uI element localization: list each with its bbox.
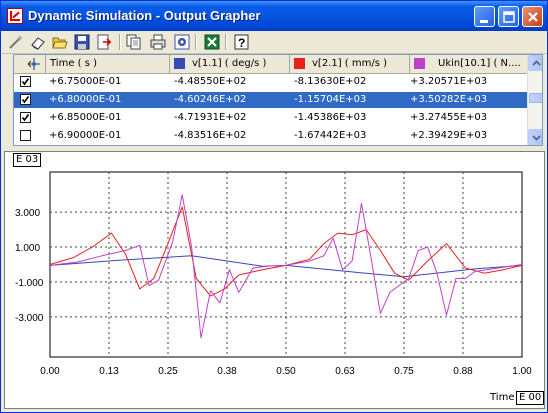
x-tick-label: 0.00 [40, 366, 60, 377]
x-tick-label: 0.38 [217, 366, 237, 377]
open-folder-icon[interactable] [51, 33, 69, 51]
window-title: Dynamic Simulation - Output Grapher [28, 8, 261, 23]
column-header-label: Time ( s ) [50, 58, 98, 69]
scroll-up-button[interactable] [528, 55, 542, 71]
table-row[interactable]: +6.85000E-01 -4.71931E+02 -1.45386E+03 +… [14, 110, 527, 126]
cell-v2: -1.67442E+03 [294, 130, 367, 141]
export-icon[interactable] [95, 33, 113, 51]
table-header: Time ( s ) v[1.1] ( deg/s ) v[2.1] ( mm/… [14, 55, 527, 74]
plot-area [49, 171, 523, 358]
copy-icon[interactable] [125, 33, 143, 51]
cell-ukin: +3.20571E+03 [410, 76, 488, 87]
table-scrollbar[interactable] [527, 55, 542, 145]
cell-ukin: +2.39429E+03 [410, 130, 488, 141]
cell-v1: -4.48550E+02 [174, 76, 247, 87]
x-tick-label: 0.63 [335, 366, 355, 377]
close-button[interactable] [522, 6, 543, 27]
x-tick-label: 0.25 [158, 366, 178, 377]
x-tick-label: 0.88 [453, 366, 473, 377]
settings-icon[interactable] [173, 33, 191, 51]
title-bar[interactable]: Dynamic Simulation - Output Grapher [1, 1, 547, 31]
cell-time: +6.85000E-01 [49, 112, 122, 123]
toolbar-separator [119, 34, 121, 50]
toolbar: ? [1, 31, 547, 54]
eraser-icon[interactable] [29, 33, 47, 51]
table-row[interactable]: +6.75000E-01 -4.48550E+02 -8.13630E+02 +… [14, 74, 527, 90]
y-tick-label: -1.000 [15, 278, 44, 289]
scroll-down-button[interactable] [528, 129, 542, 145]
row-checkbox[interactable] [20, 76, 31, 87]
series-color-swatch [174, 58, 185, 69]
cell-time: +6.90000E-01 [49, 130, 122, 141]
series-color-swatch [414, 58, 425, 69]
y-tick-label: 3.000 [15, 208, 40, 219]
main-window: Dynamic Simulation - Output Grapher ? Ti… [0, 0, 548, 413]
cell-ukin: +3.27455E+03 [410, 112, 488, 123]
cell-time: +6.75000E-01 [49, 76, 122, 87]
x-tick-label: 0.75 [394, 366, 414, 377]
y-tick-label: 1.000 [15, 243, 40, 254]
svg-text:?: ? [238, 36, 245, 50]
toolbar-separator [195, 34, 197, 50]
cell-ukin: +3.50282E+03 [410, 94, 488, 105]
print-icon[interactable] [149, 33, 167, 51]
row-checkbox[interactable] [20, 94, 31, 105]
column-header-time[interactable]: Time ( s ) [46, 55, 170, 73]
maximize-button[interactable] [498, 6, 519, 27]
y-exponent-label: E 03 [13, 153, 42, 167]
cell-v2: -1.15704E+03 [294, 94, 367, 105]
column-header-v1[interactable]: v[1.1] ( deg/s ) [170, 55, 290, 73]
x-tick-label: 0.13 [99, 366, 119, 377]
excel-icon[interactable] [203, 33, 221, 51]
row-checkbox[interactable] [20, 112, 31, 123]
x-tick-label: 0.50 [276, 366, 296, 377]
toolbar-separator [225, 34, 227, 50]
sort-header-icon[interactable] [14, 55, 46, 73]
help-icon[interactable]: ? [233, 33, 251, 51]
wand-icon[interactable] [7, 33, 25, 51]
line-chart[interactable]: 0.00 0.13 0.25 0.38 0.50 0.63 0.75 0.88 1.00 3.00… [5, 152, 544, 408]
cell-v1: -4.83516E+02 [174, 130, 247, 141]
column-header-label: Ukin[10.1] ( N.... [438, 58, 521, 69]
cell-v2: -8.13630E+02 [294, 76, 367, 87]
table-row[interactable]: +6.90000E-01 -4.83516E+02 -1.67442E+03 +… [14, 128, 527, 144]
table-row[interactable]: +6.80000E-01 -4.60246E+02 -1.15704E+03 +… [14, 92, 527, 108]
x-exponent-label: E 00 [516, 391, 544, 405]
cell-v2: -1.45386E+03 [294, 112, 367, 123]
x-tick-label: 1.00 [512, 366, 532, 377]
x-axis-label: Time [490, 392, 515, 403]
chart-panel[interactable]: 0.00 0.13 0.25 0.38 0.50 0.63 0.75 0.88 1.00 3.00… [4, 151, 545, 409]
series-line [49, 194, 523, 339]
data-table: Time ( s ) v[1.1] ( deg/s ) v[2.1] ( mm/… [13, 54, 543, 146]
cell-v1: -4.60246E+02 [174, 94, 247, 105]
cell-time: +6.80000E-01 [49, 94, 122, 105]
column-header-label: v[2.1] ( mm/s ) [312, 58, 388, 69]
app-icon[interactable] [7, 8, 23, 24]
column-header-v2[interactable]: v[2.1] ( mm/s ) [290, 55, 410, 73]
column-header-label: v[1.1] ( deg/s ) [192, 58, 267, 69]
minimize-button[interactable] [474, 6, 495, 27]
series-color-swatch [294, 58, 305, 69]
row-checkbox[interactable] [20, 130, 31, 141]
cell-v1: -4.71931E+02 [174, 112, 247, 123]
column-header-ukin[interactable]: Ukin[10.1] ( N.... [410, 55, 527, 73]
y-tick-label: -3.000 [15, 313, 44, 324]
scroll-thumb[interactable] [529, 93, 542, 103]
save-icon[interactable] [73, 33, 91, 51]
